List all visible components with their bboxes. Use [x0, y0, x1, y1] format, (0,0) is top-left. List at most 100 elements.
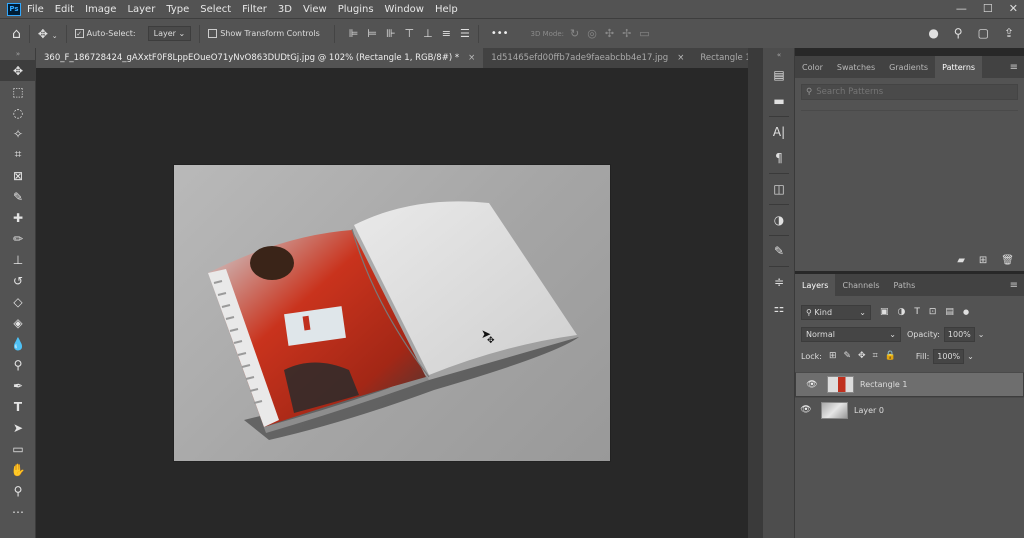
magic-wand-tool-icon[interactable]: ✧ [0, 123, 36, 144]
more-options-button[interactable]: ••• [491, 28, 509, 39]
3d-scale-icon[interactable]: ▭ [639, 27, 649, 40]
blur-tool-icon[interactable]: 💧 [0, 333, 36, 354]
share-icon[interactable]: ● [928, 26, 938, 40]
adjustment-filter-icon[interactable]: ◑ [898, 307, 906, 317]
marquee-tool-icon[interactable]: ⬚ [0, 81, 36, 102]
menu-plugins[interactable]: Plugins [338, 4, 374, 15]
history-brush-tool-icon[interactable]: ↺ [0, 270, 36, 291]
properties-panel-icon[interactable]: ≑ [763, 269, 795, 295]
tab-swatches[interactable]: Swatches [830, 56, 882, 78]
tab-paths[interactable]: Paths [887, 274, 923, 296]
rectangle-tool-icon[interactable]: ▭ [0, 438, 36, 459]
paragraph-panel-icon[interactable]: ¶ [763, 145, 795, 171]
crop-tool-icon[interactable]: ⌗ [0, 144, 36, 165]
align-middle-v-icon[interactable]: ⊥ [423, 27, 433, 40]
brush-tool-icon[interactable]: ✏ [0, 228, 36, 249]
new-pattern-icon[interactable]: ⊞ [979, 255, 987, 266]
home-icon[interactable]: ⌂ [12, 26, 21, 42]
close-button[interactable]: ✕ [1009, 2, 1018, 15]
close-tab-icon[interactable]: × [677, 53, 684, 63]
lock-all-icon[interactable]: 🔒 [885, 351, 896, 361]
align-top-icon[interactable]: ⊤ [405, 27, 415, 40]
menu-3d[interactable]: 3D [278, 4, 292, 15]
tab-color[interactable]: Color [795, 56, 830, 78]
align-right-icon[interactable]: ⊪ [386, 27, 396, 40]
visibility-eye-icon[interactable]: 👁 [795, 405, 817, 415]
pen-tool-icon[interactable]: ✒ [0, 375, 36, 396]
comments-panel-icon[interactable]: ▬ [763, 88, 795, 114]
pixel-filter-icon[interactable]: ▣ [880, 307, 889, 317]
opacity-input[interactable]: 100% [943, 326, 975, 342]
brush-settings-icon[interactable]: ✎ [763, 238, 795, 264]
search-patterns-field[interactable]: ⚲ [801, 84, 1018, 100]
layer-row-layer-0[interactable]: 👁 Layer 0 [795, 397, 1024, 422]
auto-select-checkbox[interactable]: ✓ Auto-Select: [74, 29, 136, 38]
adjustments-panel-icon[interactable]: ◑ [763, 207, 795, 233]
show-transform-checkbox[interactable]: Show Transform Controls [208, 29, 320, 38]
tab-layers[interactable]: Layers [795, 274, 836, 296]
tab-document-1[interactable]: 360_F_186728424_gAXxtF0F8LppEOueO71yNvO8… [36, 48, 484, 68]
healing-brush-tool-icon[interactable]: ✚ [0, 207, 36, 228]
collapse-arrows-icon[interactable]: » [0, 48, 36, 60]
new-group-folder-icon[interactable]: ▰ [957, 255, 965, 266]
menu-view[interactable]: View [303, 4, 327, 15]
dock-collapse-icon[interactable]: « [763, 48, 795, 62]
filter-toggle-icon[interactable]: ● [963, 308, 969, 316]
vertical-scrollbar[interactable] [748, 48, 763, 538]
eyedropper-tool-icon[interactable]: ✎ [0, 186, 36, 207]
align-center-h-icon[interactable]: ⊨ [367, 27, 377, 40]
layer-name[interactable]: Layer 0 [854, 406, 884, 415]
minimize-button[interactable]: — [956, 2, 967, 15]
panel-menu-icon[interactable]: ≡ [1010, 56, 1018, 78]
tab-document-2[interactable]: 1d51465efd00ffb7ade9faeabcbb4e17.jpg × [483, 48, 692, 68]
maximize-button[interactable]: ☐ [983, 2, 993, 15]
tab-channels[interactable]: Channels [835, 274, 886, 296]
cloud-share-icon[interactable]: ⇪ [1004, 26, 1014, 40]
lock-image-icon[interactable]: ✎ [843, 351, 851, 361]
libraries-panel-icon[interactable]: ◫ [763, 176, 795, 202]
lock-transparency-icon[interactable]: ⊞ [829, 351, 837, 361]
menu-layer[interactable]: Layer [127, 4, 155, 15]
chevron-down-icon[interactable]: ⌄ [978, 330, 985, 339]
menu-image[interactable]: Image [85, 4, 116, 15]
3d-pan-icon[interactable]: ✣ [605, 27, 614, 40]
zoom-tool-icon[interactable]: ⚲ [0, 480, 36, 501]
align-left-icon[interactable]: ⊫ [349, 27, 359, 40]
3d-roll-icon[interactable]: ◎ [587, 27, 597, 40]
stamp-tool-icon[interactable]: ⊥ [0, 249, 36, 270]
character-panel-icon[interactable]: A| [763, 119, 795, 145]
type-tool-icon[interactable]: T [0, 396, 36, 417]
layer-name[interactable]: Rectangle 1 [860, 380, 907, 389]
tab-gradients[interactable]: Gradients [882, 56, 935, 78]
menu-help[interactable]: Help [435, 4, 458, 15]
3d-slide-icon[interactable]: ✢ [622, 27, 631, 40]
menu-select[interactable]: Select [200, 4, 231, 15]
distribute-icon[interactable]: ☰ [460, 27, 470, 40]
blend-mode-dropdown[interactable]: Normal ⌄ [801, 326, 901, 342]
move-tool-icon[interactable]: ✥ [0, 60, 36, 81]
search-icon[interactable]: ⚲ [954, 26, 963, 40]
layer-row-rectangle-1[interactable]: 👁 Rectangle 1 [795, 372, 1024, 397]
paint-bucket-tool-icon[interactable]: ◈ [0, 312, 36, 333]
3d-orbit-icon[interactable]: ↻ [570, 27, 579, 40]
auto-select-target-dropdown[interactable]: Layer ⌄ [147, 26, 192, 41]
filter-kind-dropdown[interactable]: ⚲ Kind ⌄ [801, 304, 871, 320]
dodge-tool-icon[interactable]: ⚲ [0, 354, 36, 375]
canvas-area[interactable]: ➤ ✥ [36, 68, 748, 538]
shape-filter-icon[interactable]: ⊡ [929, 307, 937, 317]
document-canvas[interactable] [174, 165, 610, 461]
menu-window[interactable]: Window [385, 4, 424, 15]
delete-trash-icon[interactable]: 🗑 [1001, 255, 1014, 266]
chevron-down-icon[interactable]: ⌄ [967, 352, 974, 361]
move-tool-preset-icon[interactable]: ✥ ⌄ [38, 27, 58, 41]
frame-tool-icon[interactable]: ⊠ [0, 165, 36, 186]
menu-file[interactable]: File [27, 4, 44, 15]
tab-patterns[interactable]: Patterns [935, 56, 983, 78]
search-patterns-input[interactable] [816, 87, 997, 97]
align-bottom-icon[interactable]: ≡ [442, 27, 451, 40]
layer-comps-icon[interactable]: ⚏ [763, 295, 795, 321]
lock-artboard-icon[interactable]: ⌗ [873, 351, 878, 361]
hand-tool-icon[interactable]: ✋ [0, 459, 36, 480]
panel-menu-icon[interactable]: ≡ [1010, 274, 1018, 296]
lock-position-icon[interactable]: ✥ [858, 351, 866, 361]
